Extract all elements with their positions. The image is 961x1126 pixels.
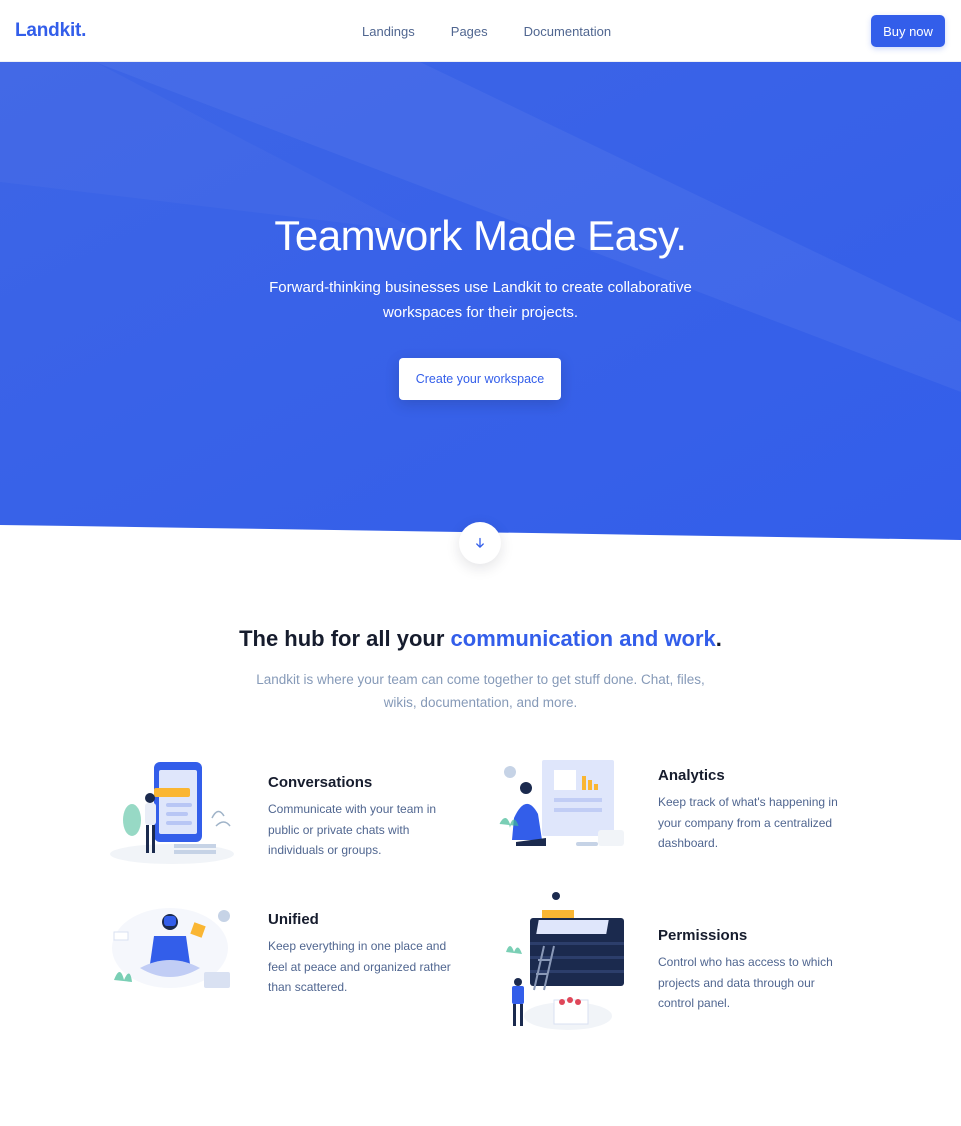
feature-title: Conversations bbox=[268, 774, 373, 791]
feature-text-line: public or private chats with bbox=[268, 822, 410, 837]
nav-link-pages[interactable]: Pages bbox=[451, 24, 488, 39]
feature-text-line: Keep everything in one place and bbox=[268, 939, 447, 953]
nav-link-documentation[interactable]: Documentation bbox=[524, 24, 611, 39]
nav-link-landings[interactable]: Landings bbox=[362, 24, 415, 39]
feature-text: Control who has access to which projects… bbox=[658, 952, 858, 1014]
feature-text: Communicate with your team in public or … bbox=[268, 799, 468, 861]
section-title-end: . bbox=[715, 626, 722, 651]
feature-text: Keep track of what's happening in your c… bbox=[658, 792, 858, 854]
create-workspace-button[interactable]: Create your workspace bbox=[399, 358, 561, 400]
feature-unified: Unified Keep everything in one place and… bbox=[268, 911, 468, 998]
conversations-illustration bbox=[110, 762, 234, 864]
feature-text: Keep everything in one place and feel at… bbox=[268, 936, 468, 998]
section-subtitle-line: wikis, documentation, and more. bbox=[383, 695, 578, 710]
feature-text-line: individuals or groups. bbox=[268, 843, 382, 857]
section-title: The hub for all your communication and w… bbox=[0, 626, 961, 652]
buy-now-button[interactable]: Buy now bbox=[871, 15, 945, 47]
feature-text-line: your company from a centralized bbox=[658, 815, 833, 830]
feature-permissions: Permissions Control who has access to wh… bbox=[658, 927, 858, 1014]
brand-logo[interactable]: Landkit. bbox=[15, 20, 86, 42]
feature-title: Analytics bbox=[658, 767, 725, 784]
navbar: Landkit. Landings Pages Documentation Bu… bbox=[0, 0, 961, 62]
unified-illustration bbox=[112, 908, 230, 988]
arrow-down-icon bbox=[476, 537, 484, 548]
hero-title: Teamwork Made Easy. bbox=[274, 212, 687, 259]
feature-text-line: projects and data through our bbox=[658, 975, 815, 990]
feature-title: Unified bbox=[268, 911, 319, 928]
feature-title: Permissions bbox=[658, 927, 748, 944]
hero: Teamwork Made Easy. Forward-thinking bus… bbox=[0, 62, 961, 552]
feature-conversations: Conversations Communicate with your team… bbox=[268, 774, 468, 861]
feature-text-line: Communicate with your team in bbox=[268, 802, 437, 816]
hero-subtitle-line: Forward-thinking businesses use Landkit … bbox=[269, 279, 692, 296]
nav-links: Landings Pages Documentation bbox=[362, 24, 647, 39]
feature-text-line: control panel. bbox=[658, 996, 731, 1010]
feature-analytics: Analytics Keep track of what's happening… bbox=[658, 767, 858, 854]
feature-text-line: Control who has access to which bbox=[658, 955, 833, 969]
feature-text-line: than scattered. bbox=[268, 980, 348, 994]
section-subtitle-line: Landkit is where your team can come toge… bbox=[256, 672, 705, 687]
hero-subtitle-line: workspaces for their projects. bbox=[382, 304, 579, 321]
feature-text-line: Keep track of what's happening in bbox=[658, 795, 838, 809]
scroll-down-button[interactable] bbox=[459, 522, 501, 564]
feature-text-line: dashboard. bbox=[658, 836, 719, 850]
hero-subtitle: Forward-thinking businesses use Landkit … bbox=[0, 275, 961, 325]
permissions-illustration bbox=[506, 892, 624, 1030]
section-title-accent: communication and work bbox=[450, 626, 716, 651]
analytics-illustration bbox=[499, 760, 624, 846]
section-subtitle: Landkit is where your team can come toge… bbox=[0, 668, 961, 714]
feature-text-line: feel at peace and organized rather bbox=[268, 959, 451, 974]
section-title-main: The hub for all your bbox=[239, 626, 451, 651]
